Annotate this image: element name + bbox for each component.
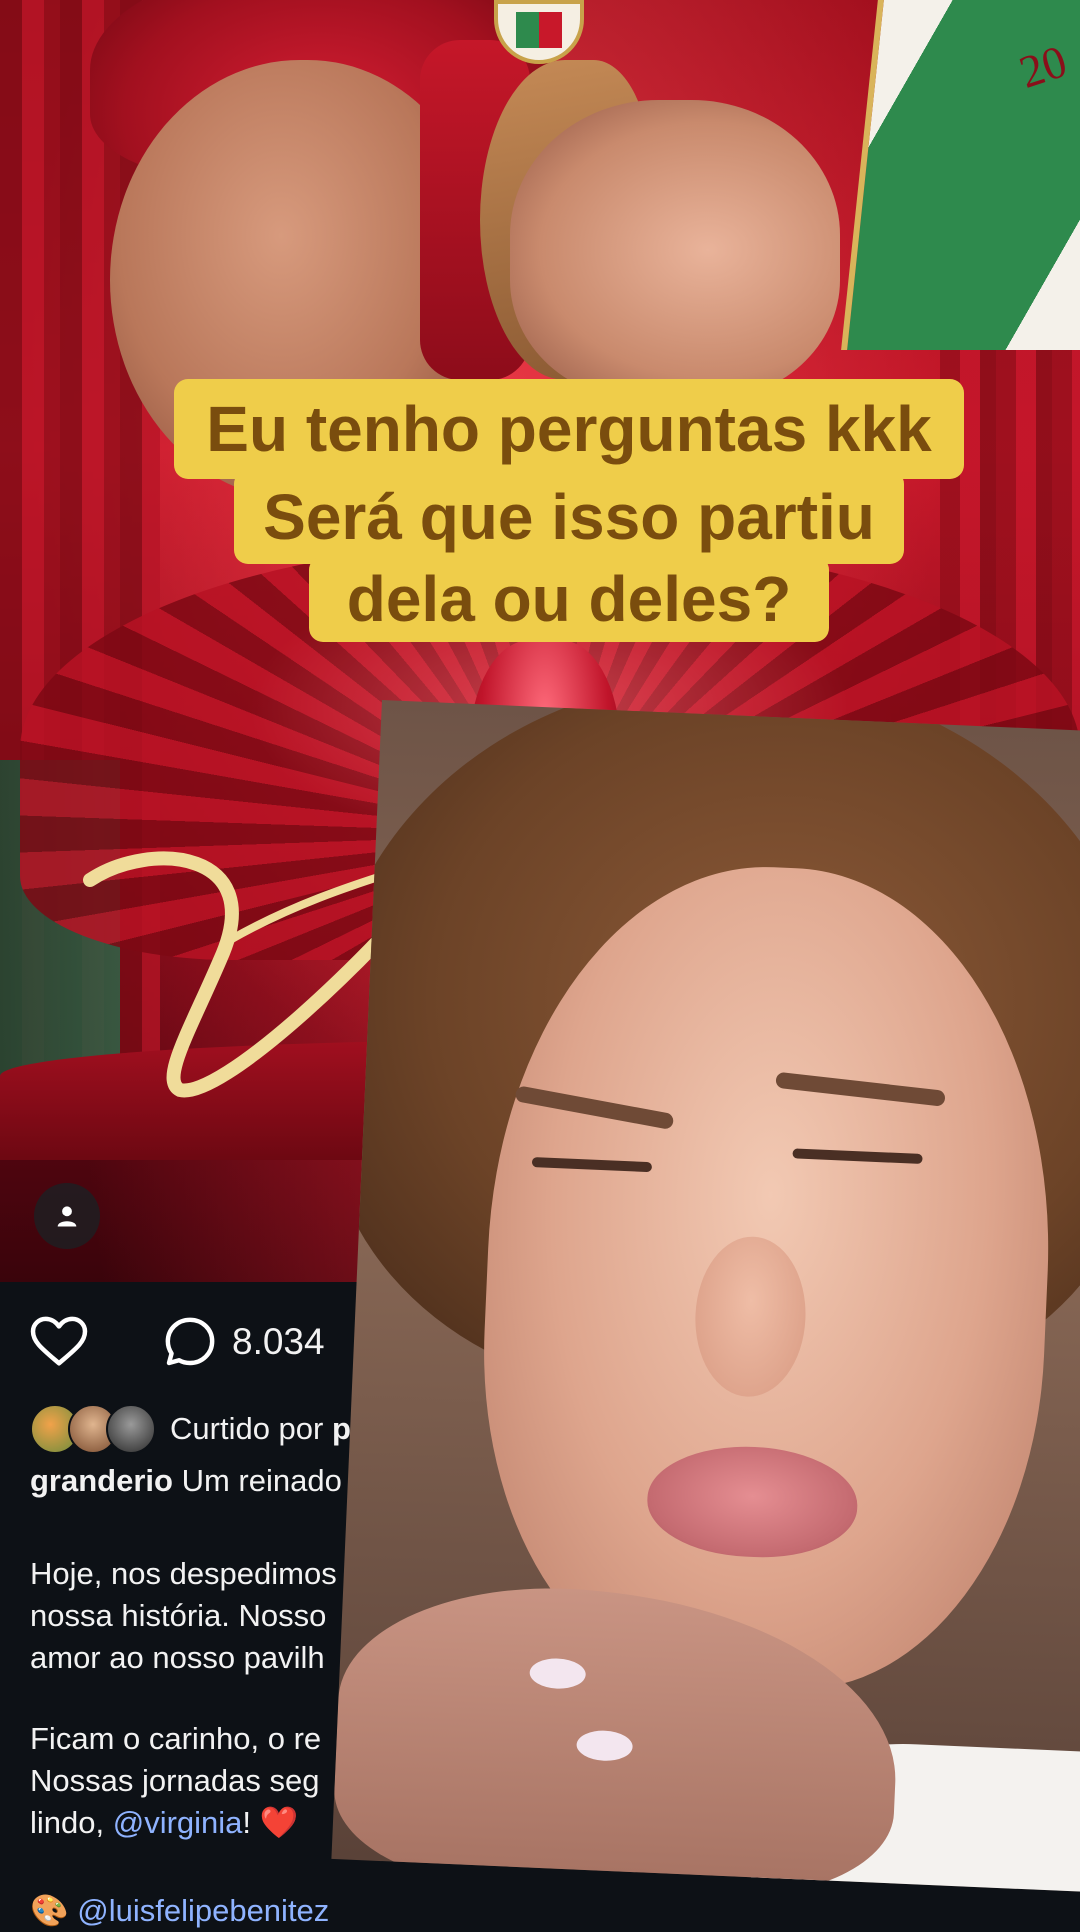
avatar (106, 1404, 156, 1454)
post-body-2: Ficam o carinho, o re Nossas jornadas se… (30, 1718, 321, 1844)
body-line-last: lindo, @virginia! ❤️ (30, 1805, 299, 1840)
body-line: amor ao nosso pavilh (30, 1640, 325, 1675)
heart-emoji: ❤️ (259, 1805, 299, 1840)
caption-line-1: Eu tenho perguntas kkk (174, 379, 964, 479)
liked-by-row[interactable]: Curtido por p (30, 1404, 351, 1454)
credit-line: 🎨 @luisfelipebenitez (30, 1890, 329, 1932)
body-line: Ficam o carinho, o re (30, 1721, 322, 1756)
palette-icon: 🎨 (30, 1893, 69, 1928)
caption-line-2: Será que isso partiu (234, 470, 904, 564)
liked-by-text: Curtido por p (170, 1411, 351, 1446)
credit-mention-link[interactable]: @luisfelipebenitez (77, 1893, 329, 1928)
tagged-users-button[interactable] (34, 1183, 100, 1249)
post-body-1: Hoje, nos despedimos nossa história. Nos… (30, 1553, 337, 1679)
author-username[interactable]: granderio (30, 1463, 173, 1498)
body-line: Nossas jornadas seg (30, 1763, 320, 1798)
caption-line-3: dela ou deles? (309, 556, 829, 642)
reaction-video-overlay[interactable] (331, 700, 1080, 1893)
second-woman-face (510, 100, 840, 400)
post-caption: granderio Um reinado (30, 1463, 342, 1498)
body-line: Hoje, nos despedimos (30, 1556, 337, 1591)
body-line: nossa história. Nosso (30, 1598, 327, 1633)
comment-icon[interactable] (162, 1314, 218, 1370)
user-icon (57, 1206, 77, 1227)
comment-count: 8.034 (232, 1321, 325, 1362)
mention-link[interactable]: @virginia (113, 1805, 243, 1840)
heart-icon[interactable] (30, 1316, 88, 1368)
